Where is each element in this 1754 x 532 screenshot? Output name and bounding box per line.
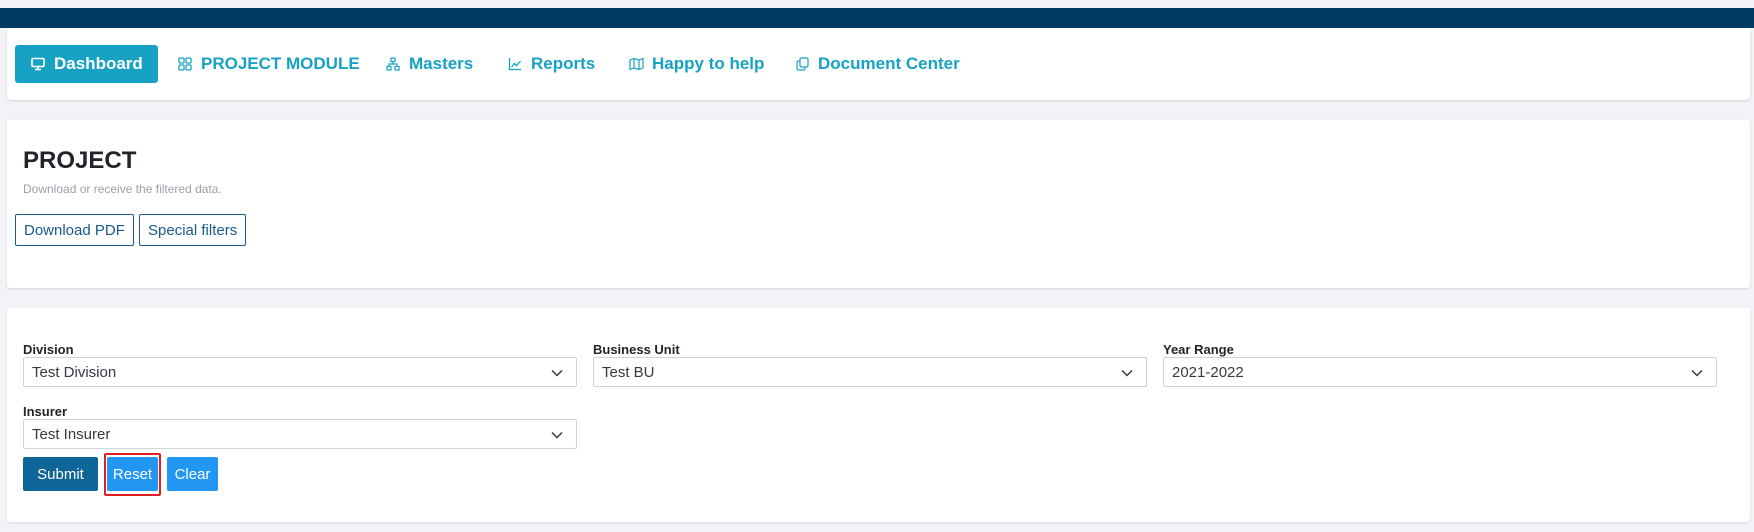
filter-card: Division Test Division Business Unit Tes…: [7, 308, 1750, 522]
division-select[interactable]: Test Division: [23, 357, 577, 387]
nav-happy-to-help[interactable]: Happy to help: [628, 45, 764, 83]
chart-line-icon: [507, 56, 523, 72]
chevron-down-icon: [1691, 369, 1703, 377]
grid-icon: [177, 56, 193, 72]
nav-dashboard-label: Dashboard: [54, 54, 143, 73]
top-header-bar: [0, 8, 1754, 28]
year-range-label: Year Range: [1163, 342, 1234, 357]
map-icon: [628, 56, 644, 72]
page-title: PROJECT: [23, 147, 137, 174]
nav-reports-label: Reports: [531, 54, 596, 73]
insurer-label: Insurer: [23, 404, 68, 419]
monitor-icon: [30, 56, 46, 72]
nav-project-module-label: PROJECT MODULE: [201, 54, 360, 73]
copy-icon: [794, 56, 810, 72]
nav-dashboard[interactable]: Dashboard: [15, 45, 158, 83]
business-unit-label: Business Unit: [593, 342, 680, 357]
nav-project-module[interactable]: PROJECT MODULE: [177, 45, 360, 83]
chevron-down-icon: [551, 369, 563, 377]
chevron-down-icon: [1121, 369, 1133, 377]
nav-reports[interactable]: Reports: [507, 45, 595, 83]
insurer-value: Test Insurer: [32, 425, 111, 443]
special-filters-button[interactable]: Special filters: [139, 214, 247, 246]
page-subtitle: Download or receive the filtered data.: [23, 182, 222, 196]
reset-highlight-box: [104, 453, 161, 496]
nav-masters-label: Masters: [409, 54, 474, 73]
year-range-value: 2021-2022: [1172, 363, 1244, 381]
insurer-select[interactable]: Test Insurer: [23, 419, 577, 449]
clear-button[interactable]: Clear: [167, 457, 218, 491]
main-navigation: Dashboard PROJECT MODULE Masters Reports…: [7, 28, 1750, 100]
nav-document-center[interactable]: Document Center: [794, 45, 960, 83]
year-range-select[interactable]: 2021-2022: [1163, 357, 1717, 387]
nav-document-center-label: Document Center: [818, 54, 960, 73]
chevron-down-icon: [551, 431, 563, 439]
sitemap-icon: [385, 56, 401, 72]
nav-masters[interactable]: Masters: [385, 45, 473, 83]
nav-happy-to-help-label: Happy to help: [652, 54, 765, 73]
division-value: Test Division: [32, 363, 117, 381]
download-pdf-button[interactable]: Download PDF: [15, 214, 134, 246]
division-label: Division: [23, 342, 74, 357]
business-unit-value: Test BU: [602, 363, 655, 381]
submit-button[interactable]: Submit: [23, 457, 98, 491]
project-card: PROJECT Download or receive the filtered…: [7, 120, 1750, 288]
business-unit-select[interactable]: Test BU: [593, 357, 1147, 387]
